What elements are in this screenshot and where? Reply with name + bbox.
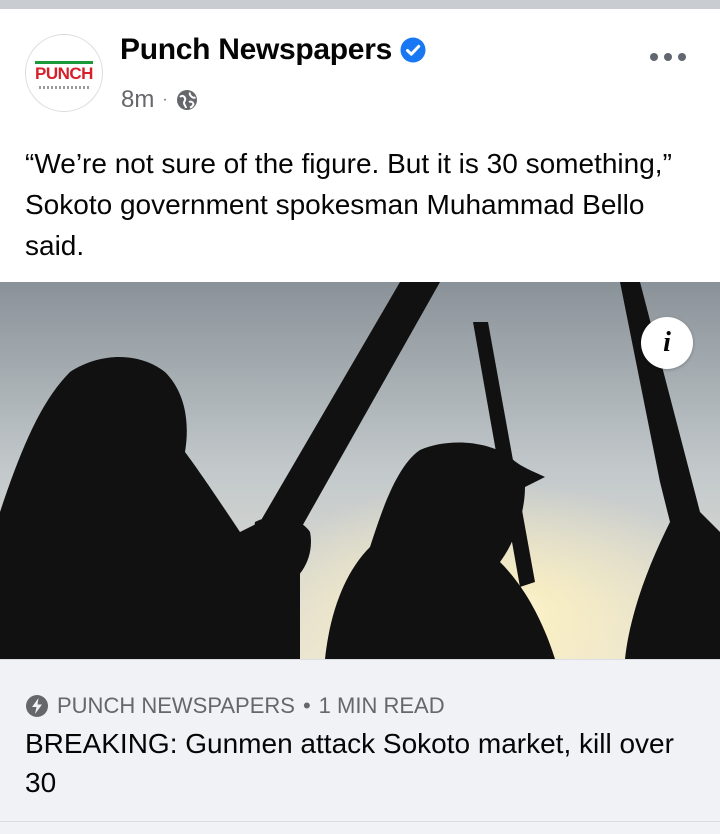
link-source-separator: •	[302, 693, 311, 718]
globe-icon[interactable]	[176, 89, 198, 111]
logo-tagline	[39, 86, 89, 89]
feed-post: PUNCH Punch Newspapers 8m · “We’re not s…	[0, 9, 720, 834]
link-preview-card[interactable]: PUNCH NEWSPAPERS • 1 MIN READ BREAKING: …	[0, 659, 720, 834]
link-read-time: 1 MIN READ	[318, 693, 445, 718]
more-dot	[664, 53, 672, 61]
link-source-row: PUNCH NEWSPAPERS • 1 MIN READ	[25, 693, 445, 719]
feed-divider	[0, 0, 720, 9]
info-icon[interactable]: i	[641, 317, 693, 369]
page-name-row: Punch Newspapers	[120, 33, 426, 67]
page-name-link[interactable]: Punch Newspapers	[120, 33, 392, 67]
lightning-bolt-icon	[26, 695, 48, 717]
card-bottom-border	[0, 821, 720, 822]
more-dot	[678, 53, 686, 61]
page-avatar[interactable]: PUNCH	[25, 34, 103, 112]
link-source-name: PUNCH NEWSPAPERS	[57, 693, 295, 718]
post-meta: 8m ·	[121, 86, 198, 114]
meta-separator: ·	[162, 91, 168, 108]
punch-logo: PUNCH	[35, 61, 93, 82]
link-headline[interactable]: BREAKING: Gunmen attack Sokoto market, k…	[25, 724, 695, 802]
gunmen-silhouette-photo	[0, 282, 720, 659]
more-options-icon[interactable]	[650, 47, 686, 67]
link-preview-image[interactable]	[0, 282, 720, 659]
post-caption: “We’re not sure of the figure. But it is…	[25, 148, 672, 261]
post-timestamp[interactable]: 8m	[121, 86, 154, 114]
post-header: PUNCH Punch Newspapers 8m ·	[0, 9, 720, 119]
verified-badge-icon	[400, 37, 426, 63]
more-dot	[650, 53, 658, 61]
